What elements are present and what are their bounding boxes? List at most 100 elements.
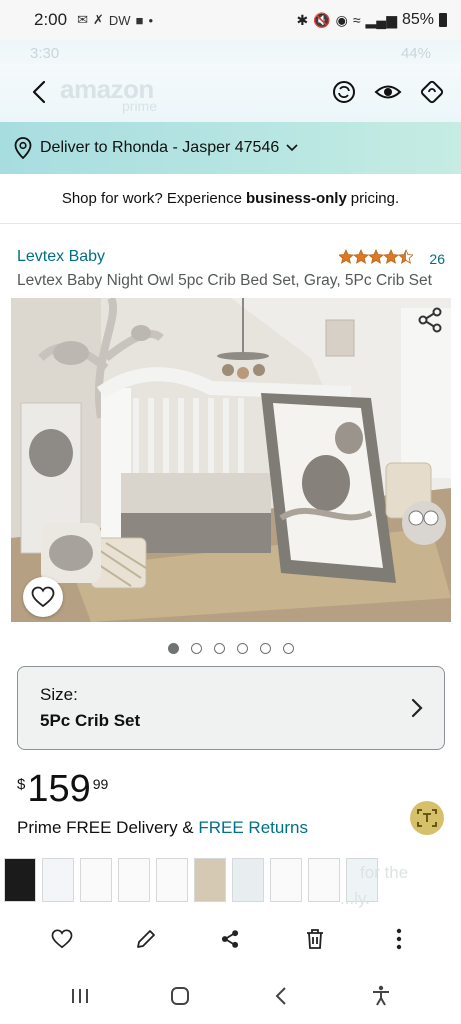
- recent-thumb[interactable]: [118, 858, 150, 902]
- ghost-line-2: ...ly.: [340, 889, 370, 908]
- rotate-icon: [420, 80, 444, 104]
- accessibility-icon: [372, 985, 389, 1006]
- product-image[interactable]: [11, 298, 451, 622]
- price-currency: $: [17, 776, 26, 793]
- pencil-icon: [137, 930, 156, 948]
- status-bar: 2:00 ✉ ✗ DW ■ • ✱ 🔇 ◉ ≈ ▂▄▆ 85%: [0, 0, 461, 40]
- dw-badge: DW: [108, 12, 131, 28]
- home-button[interactable]: [163, 979, 197, 1013]
- share-button[interactable]: [415, 305, 445, 335]
- recent-apps-button[interactable]: [63, 979, 97, 1013]
- recent-thumb[interactable]: [232, 858, 264, 902]
- ghost-status-bar: 3:30 44%: [0, 40, 461, 66]
- recent-thumb[interactable]: [42, 858, 74, 902]
- more-vertical-icon: [396, 928, 402, 950]
- delivery-info: Prime FREE Delivery & FREE Returns: [17, 818, 308, 838]
- size-value: 5Pc Crib Set: [40, 711, 141, 730]
- app-header: amazon prime: [0, 64, 461, 122]
- recent-thumb[interactable]: [80, 858, 112, 902]
- image-dot[interactable]: [259, 643, 271, 654]
- mute-notif-icon: ✗: [93, 12, 104, 27]
- more-options-button[interactable]: [382, 922, 416, 956]
- location-icon: ◉: [335, 11, 348, 28]
- text-scan-icon: [417, 809, 437, 827]
- business-pricing-banner[interactable]: Shop for work? Experience business-only …: [0, 174, 461, 224]
- back-arrow-icon: [32, 80, 46, 104]
- brand-link[interactable]: Levtex Baby: [17, 248, 105, 266]
- recent-thumb[interactable]: [308, 858, 340, 902]
- more-dot-icon: •: [148, 12, 153, 28]
- rating[interactable]: 26: [338, 249, 445, 268]
- favorite-button[interactable]: [45, 922, 79, 956]
- view-button[interactable]: [373, 72, 403, 112]
- star-rating-icon: [338, 249, 415, 268]
- biz-suffix: pricing.: [350, 190, 400, 207]
- bluetooth-icon: ✱: [296, 11, 309, 28]
- ghost-time: 3:30: [30, 44, 60, 62]
- price-fraction: 99: [92, 776, 109, 792]
- price-whole: 159: [27, 768, 91, 810]
- biz-bold: business-only: [245, 190, 347, 207]
- heart-outline-icon: [51, 929, 73, 949]
- trash-icon: [306, 929, 323, 949]
- ebay-icon: ■: [135, 12, 144, 28]
- refresh-search-button[interactable]: [329, 72, 359, 112]
- deliver-to-bar[interactable]: Deliver to Rhonda - Jasper 47546: [0, 122, 461, 174]
- chevron-right-icon: [411, 698, 423, 718]
- location-pin-icon: [14, 137, 32, 159]
- back-nav-button[interactable]: [264, 979, 298, 1013]
- free-returns-link[interactable]: FREE Returns: [198, 818, 308, 837]
- messages-icon: ✉: [77, 12, 88, 27]
- image-dot[interactable]: [282, 643, 294, 654]
- chevron-down-icon: [286, 144, 298, 152]
- wishlist-button[interactable]: [23, 577, 63, 617]
- size-selector[interactable]: Size: 5Pc Crib Set: [17, 666, 445, 750]
- refresh-icon: [333, 81, 355, 103]
- image-dot[interactable]: [190, 643, 202, 654]
- share-filled-icon: [222, 930, 239, 948]
- header-actions: [329, 72, 447, 112]
- ghost-line-1: for the: [360, 863, 409, 882]
- notification-icons: ✉ ✗ DW ■ •: [77, 12, 153, 28]
- system-nav-bar: [0, 968, 461, 1024]
- prime-logo: prime: [122, 98, 158, 114]
- deliver-text: Deliver to Rhonda - Jasper 47546: [40, 139, 280, 156]
- home-icon: [171, 987, 190, 1005]
- product-title: Levtex Baby Night Owl 5pc Crib Bed Set, …: [17, 272, 432, 289]
- recent-thumb[interactable]: [4, 858, 36, 902]
- status-right: ✱ 🔇 ◉ ≈ ▂▄▆ 85%: [296, 11, 447, 29]
- stars-icon: [338, 249, 415, 264]
- action-toolbar: [0, 914, 461, 964]
- image-dot[interactable]: [236, 643, 248, 654]
- signal-icon: ▂▄▆: [365, 11, 397, 28]
- eye-icon: [374, 85, 402, 99]
- edit-button[interactable]: [129, 922, 163, 956]
- accessibility-button[interactable]: [364, 979, 398, 1013]
- crib-photo: [11, 298, 451, 622]
- battery-text: 85%: [401, 11, 434, 28]
- size-label: Size:: [40, 685, 78, 704]
- rating-count: 26: [429, 250, 445, 267]
- back-button[interactable]: [24, 72, 54, 112]
- delivery-text: Prime FREE Delivery &: [17, 818, 194, 837]
- back-nav-icon: [275, 987, 286, 1005]
- price: $ 159 99: [17, 770, 108, 808]
- delete-button[interactable]: [298, 922, 332, 956]
- heart-icon: [31, 586, 55, 608]
- recent-thumb[interactable]: [156, 858, 188, 902]
- image-pagination: [0, 643, 461, 654]
- battery-icon: [439, 13, 447, 27]
- recents-icon: [72, 989, 89, 1003]
- recent-thumb[interactable]: [194, 858, 226, 902]
- image-dot[interactable]: [167, 643, 179, 654]
- recent-apps-strip: for the ...ly.: [0, 852, 461, 908]
- share-toolbar-button[interactable]: [213, 922, 247, 956]
- share-icon: [418, 307, 442, 333]
- status-time: 2:00: [34, 10, 68, 29]
- lens-button[interactable]: [410, 801, 444, 835]
- wifi-icon: ≈: [352, 12, 361, 28]
- recent-thumb[interactable]: [270, 858, 302, 902]
- ghost-battery: 44%: [400, 44, 431, 62]
- rotate-button[interactable]: [417, 72, 447, 112]
- image-dot[interactable]: [213, 643, 225, 654]
